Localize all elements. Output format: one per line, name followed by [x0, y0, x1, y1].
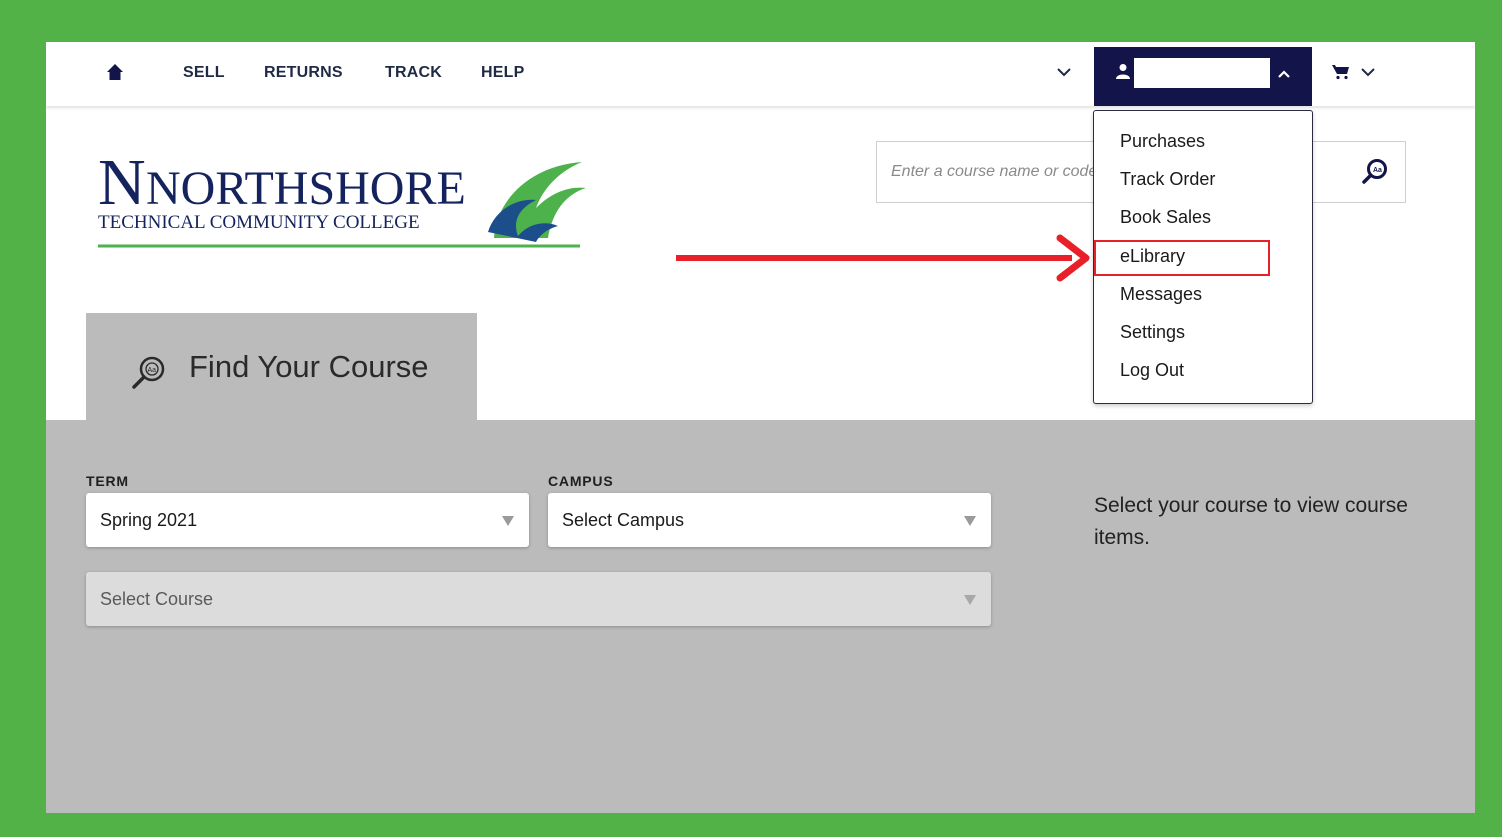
find-course-title: Find Your Course — [189, 349, 429, 384]
menu-item-messages[interactable]: Messages — [1120, 284, 1202, 305]
menu-item-settings[interactable]: Settings — [1120, 322, 1185, 343]
dropdown-arrow-icon — [964, 516, 976, 526]
cart-icon[interactable] — [1332, 64, 1350, 80]
term-select[interactable]: Spring 2021 — [86, 493, 529, 547]
logo-subtitle: TECHNICAL COMMUNITY COLLEGE — [98, 212, 420, 233]
college-logo[interactable]: N NORTHSHORE TECHNICAL COMMUNITY COLLEGE — [96, 142, 596, 252]
menu-item-book-sales[interactable]: Book Sales — [1120, 207, 1211, 228]
nav-help-link[interactable]: HELP — [481, 64, 524, 82]
chevron-down-icon[interactable] — [1056, 64, 1072, 80]
search-icon[interactable]: Aa — [1361, 158, 1389, 186]
top-navigation: SELL RETURNS TRACK HELP — [46, 42, 1475, 106]
nav-sell-link[interactable]: SELL — [183, 64, 225, 82]
term-label: TERM — [86, 473, 129, 489]
chevron-down-icon[interactable] — [1360, 64, 1376, 80]
chevron-up-icon — [1278, 70, 1290, 78]
course-helper-text: Select your course to view course items. — [1094, 494, 1408, 549]
menu-item-log-out[interactable]: Log Out — [1120, 360, 1184, 381]
nav-track-link[interactable]: TRACK — [385, 64, 442, 82]
course-select-value: Select Course — [100, 589, 214, 609]
account-button[interactable] — [1094, 47, 1312, 106]
dropdown-arrow-icon — [964, 595, 976, 605]
campus-label: CAMPUS — [548, 473, 614, 489]
tab-find-your-course[interactable]: Aa Find Your Course — [86, 313, 477, 420]
nav-returns-link[interactable]: RETURNS — [264, 64, 343, 82]
menu-item-purchases[interactable]: Purchases — [1120, 131, 1205, 152]
dropdown-arrow-icon — [502, 516, 514, 526]
menu-item-track-order[interactable]: Track Order — [1120, 169, 1215, 190]
svg-text:N: N — [98, 146, 146, 219]
account-name-redacted — [1134, 58, 1270, 88]
logo-name: NORTHSHORE — [146, 162, 466, 215]
course-select[interactable]: Select Course — [86, 572, 991, 626]
annotation-arrow — [676, 234, 1090, 282]
elibrary-highlight-box — [1094, 240, 1270, 276]
campus-select-value: Select Campus — [562, 510, 685, 530]
course-search-icon: Aa — [132, 356, 165, 389]
campus-select[interactable]: Select Campus — [548, 493, 991, 547]
home-icon[interactable] — [106, 63, 124, 81]
user-icon — [1116, 64, 1130, 79]
course-finder-panel: TERM Spring 2021 CAMPUS Select Campus Se… — [46, 420, 1475, 813]
svg-text:Aa: Aa — [148, 367, 157, 374]
svg-text:Aa: Aa — [1373, 167, 1382, 174]
term-select-value: Spring 2021 — [100, 510, 198, 530]
